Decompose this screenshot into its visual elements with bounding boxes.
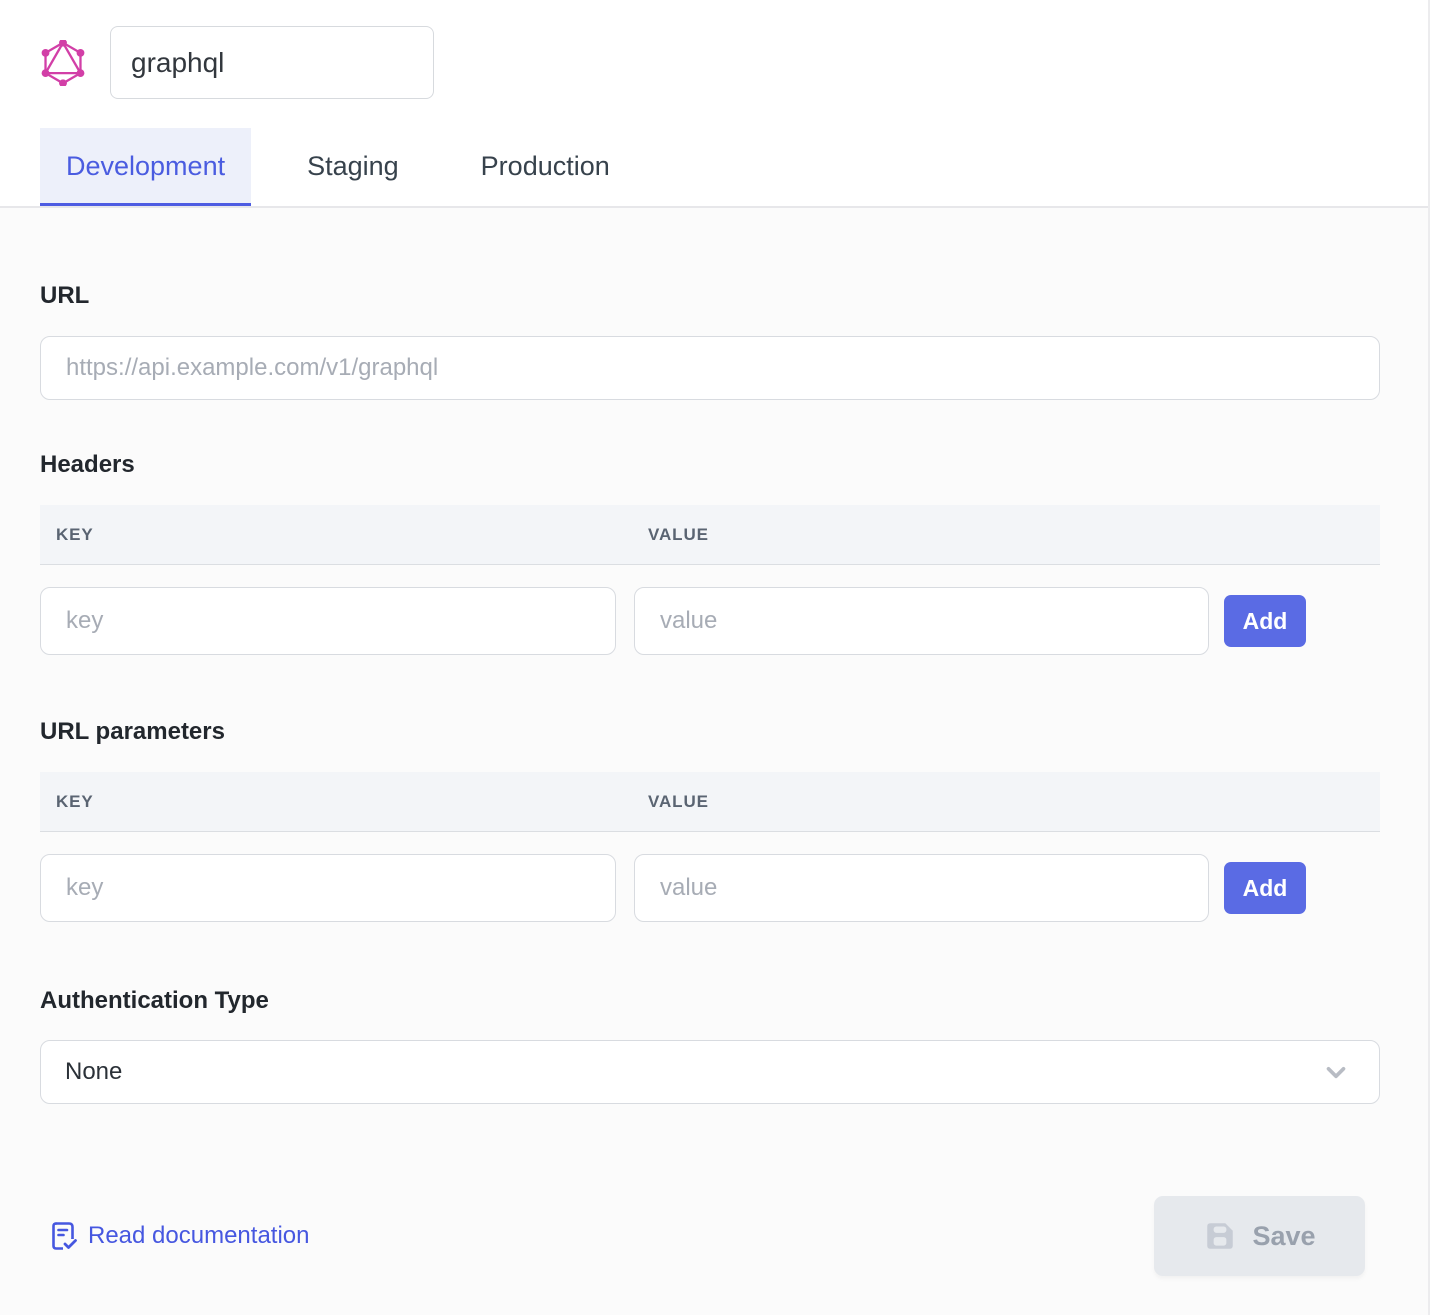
authentication-type-label: Authentication Type [40,987,1380,1015]
headers-add-button[interactable]: Add [1224,595,1306,647]
url-parameters-input-row: Add [40,854,1380,922]
url-parameters-label: URL parameters [40,718,1380,746]
url-parameters-key-column-header: KEY [56,792,648,812]
datasource-header: Development Staging Production [0,0,1430,208]
datasource-form: URL Headers KEY VALUE Add URL parameters… [0,282,1430,1276]
headers-value-column-header: VALUE [648,525,709,545]
save-button[interactable]: Save [1154,1196,1365,1276]
headers-table-header: KEY VALUE [40,505,1380,565]
document-check-icon [50,1221,78,1251]
tab-staging[interactable]: Staging [281,128,425,206]
chevron-down-icon [1321,1057,1351,1087]
authentication-type-selected-value: None [65,1058,122,1086]
headers-label: Headers [40,451,1380,479]
url-label: URL [40,282,1380,310]
datasource-name-row [40,26,1430,99]
save-button-label: Save [1252,1221,1315,1252]
url-parameters-add-button[interactable]: Add [1224,862,1306,914]
headers-key-input[interactable] [40,587,616,655]
read-documentation-label: Read documentation [88,1222,309,1250]
read-documentation-link[interactable]: Read documentation [50,1221,309,1251]
floppy-disk-icon [1203,1219,1237,1253]
url-parameters-value-column-header: VALUE [648,792,709,812]
datasource-name-input[interactable] [110,26,434,99]
authentication-type-select[interactable]: None [40,1040,1380,1104]
url-input[interactable] [40,336,1380,400]
headers-key-column-header: KEY [56,525,648,545]
headers-input-row: Add [40,587,1380,655]
url-parameters-value-input[interactable] [634,854,1209,922]
url-parameters-table-header: KEY VALUE [40,772,1380,832]
url-parameters-key-input[interactable] [40,854,616,922]
graphql-icon [40,40,86,86]
tab-production[interactable]: Production [455,128,636,206]
environment-tabs: Development Staging Production [40,128,1430,206]
headers-value-input[interactable] [634,587,1209,655]
tab-development[interactable]: Development [40,128,251,206]
form-footer: Read documentation Save [40,1196,1380,1276]
